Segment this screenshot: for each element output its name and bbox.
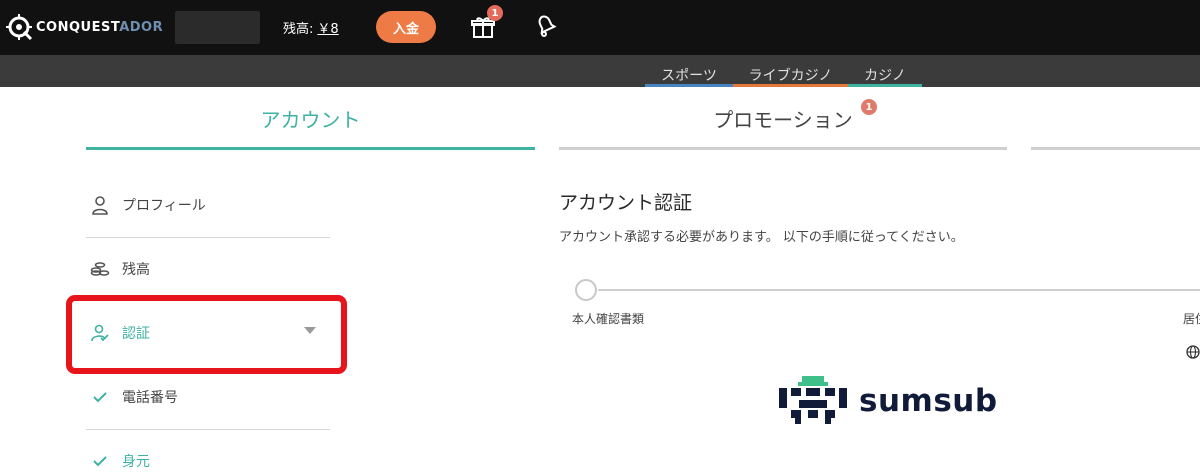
nav-sports-label: スポーツ	[661, 68, 717, 84]
tab-promotion-underline	[559, 147, 1007, 150]
compass-logo-icon	[6, 14, 33, 41]
nav-sports-underline	[645, 84, 733, 87]
tab-account-underline	[86, 147, 535, 150]
balance-display: 残高: ￥8	[283, 18, 339, 37]
tab-account[interactable]: アカウント	[86, 104, 535, 133]
step-label-id-document: 本人確認書類	[572, 312, 645, 326]
username-box[interactable]	[175, 11, 260, 44]
highlight-frame	[66, 295, 347, 374]
nav-casino-label: カジノ	[864, 68, 906, 84]
nav-live-casino-underline	[733, 84, 848, 87]
top-bar: CONQUESTADOR 残高: ￥8 入金 1	[0, 0, 1200, 55]
step-indicator[interactable]	[575, 279, 597, 301]
promotion-badge: 1	[861, 99, 877, 115]
progress-track	[598, 289, 1200, 291]
user-icon	[90, 195, 110, 215]
brand-logo[interactable]: CONQUESTADOR	[4, 11, 163, 43]
bell-icon[interactable]	[533, 12, 559, 38]
deposit-button[interactable]: 入金	[376, 11, 436, 43]
sidebar-item-phone[interactable]: 電話番号	[90, 385, 178, 409]
nav-sports[interactable]: スポーツ	[645, 65, 733, 87]
sidebar-item-label: 身元	[122, 454, 150, 470]
sidebar-divider	[86, 237, 330, 238]
sidebar-divider	[86, 429, 330, 430]
sumsub-logo: sumsub	[779, 376, 998, 426]
nav-live-casino-label: ライブカジノ	[748, 68, 833, 84]
sidebar-item-label: 電話番号	[122, 390, 178, 406]
sidebar-item-profile[interactable]: プロフィール	[90, 193, 206, 217]
page-subtitle: アカウント承認する必要があります。 以下の手順に従ってください。	[559, 230, 964, 245]
sumsub-wordmark: sumsub	[859, 383, 998, 419]
globe-icon[interactable]	[1186, 345, 1200, 359]
sumsub-mark-icon	[779, 376, 847, 424]
coins-icon	[90, 259, 110, 279]
nav-live-casino[interactable]: ライブカジノ	[733, 65, 848, 87]
gift-badge: 1	[487, 5, 503, 21]
balance-amount[interactable]: ￥8	[317, 22, 338, 37]
nav-casino-underline	[848, 84, 922, 87]
sidebar-item-label: 残高	[122, 262, 150, 278]
check-icon	[90, 387, 110, 407]
tab-third-underline	[1031, 147, 1200, 150]
nav-casino[interactable]: カジノ	[848, 65, 922, 87]
sidebar-item-balance[interactable]: 残高	[90, 257, 150, 281]
page-title: アカウント認証	[559, 192, 693, 214]
category-nav: スポーツ ライブカジノ カジノ	[0, 55, 1200, 87]
step-label-residence: 居住	[1183, 312, 1200, 326]
balance-label: 残高:	[283, 22, 314, 37]
logo-text: CONQUESTADOR	[36, 19, 164, 35]
check-icon	[90, 451, 110, 471]
tab-promotion[interactable]: プロモーション	[559, 104, 1007, 133]
sidebar-item-identity[interactable]: 身元	[90, 449, 150, 473]
sidebar-item-label: プロフィール	[122, 198, 206, 214]
